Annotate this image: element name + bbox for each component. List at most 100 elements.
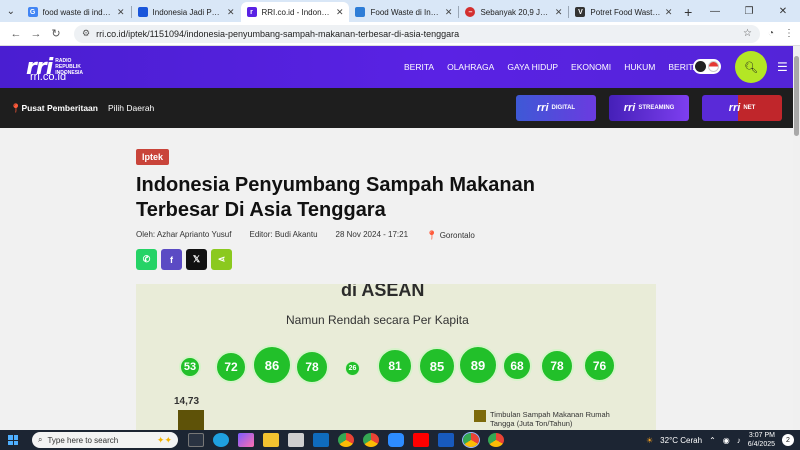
browser-tab[interactable]: G food waste di indonesia - P✕	[22, 2, 131, 22]
menu-dots-icon[interactable]: ⋮	[784, 28, 794, 39]
rri-streaming-banner[interactable]: rri STREAMING	[609, 95, 689, 121]
forward-icon[interactable]: →	[26, 28, 46, 40]
close-tab-icon[interactable]: ✕	[445, 7, 453, 18]
category-tag[interactable]: Iptek	[136, 149, 170, 165]
facebook-icon[interactable]: f	[161, 249, 182, 270]
main-nav: BERITA OLAHRAGA GAYA HIDUP EKONOMI HUKUM…	[404, 62, 719, 72]
minimize-icon[interactable]: —	[698, 6, 732, 17]
back-icon[interactable]: ←	[6, 28, 26, 40]
region-selector[interactable]: Pilih Daerah	[108, 103, 154, 113]
bubble: 53	[179, 356, 201, 378]
figure-heading: di ASEAN	[341, 284, 425, 300]
chrome-alt-icon[interactable]	[488, 433, 504, 447]
windows-taskbar: ⌕ Type here to search ✦✦ ☀ 32°C Cerah ⌃ …	[0, 430, 800, 450]
indonesia-flag-icon	[708, 61, 719, 72]
theme-toggle[interactable]	[693, 59, 721, 74]
bar	[178, 410, 204, 430]
bubble: 85	[418, 347, 456, 385]
site-info-icon[interactable]: ⚙	[82, 28, 90, 39]
bubble: 72	[215, 351, 247, 383]
whatsapp-icon[interactable]: ✆	[136, 249, 157, 270]
url-input[interactable]: ⚙ rri.co.id/iptek/1151094/indonesia-peny…	[74, 24, 760, 43]
logo-url: rri.co.id	[30, 71, 67, 83]
search-button[interactable]: 🔍︎	[735, 51, 767, 83]
address-bar-row: ← → ↻ ⚙ rri.co.id/iptek/1151094/indonesi…	[0, 22, 800, 46]
volume-icon[interactable]: ♪	[737, 436, 741, 445]
site-favicon-icon	[355, 7, 366, 17]
word-icon[interactable]	[438, 433, 454, 447]
chrome-active-icon[interactable]	[462, 432, 480, 448]
copilot-sparkle-icon: ✦✦	[156, 434, 172, 445]
windows-start-icon[interactable]	[8, 435, 18, 445]
nav-olahraga[interactable]: OLAHRAGA	[447, 62, 494, 72]
location-pin-icon: 📍︎	[10, 102, 22, 113]
window-controls: — ❐ ✕	[698, 0, 800, 22]
youtube-icon[interactable]	[413, 433, 429, 447]
browser-tab[interactable]: Indonesia Jadi Penghasil S✕	[132, 2, 241, 22]
page-scrollbar[interactable]	[793, 46, 800, 430]
close-tab-icon[interactable]: ✕	[227, 7, 235, 18]
bubble: 76	[583, 349, 616, 382]
figure-subheading: Namun Rendah secara Per Kapita	[286, 313, 469, 327]
bubble: 68	[502, 351, 532, 381]
share-icon[interactable]: ⋖	[211, 249, 232, 270]
x-icon[interactable]: 𝕏	[186, 249, 207, 270]
clock[interactable]: 3:07 PM 6/4/2025	[748, 431, 775, 449]
search-icon: 🔍︎	[744, 61, 758, 74]
task-view-icon[interactable]	[188, 433, 204, 447]
new-tab-button[interactable]: +	[678, 2, 698, 22]
network-icon[interactable]: ◉	[723, 436, 730, 445]
profile-icon[interactable]: ◔	[768, 28, 774, 39]
browser-tab[interactable]: Food Waste di Indonesia C✕	[349, 2, 458, 22]
article-area: Iptek Indonesia Penyumbang Sampah Makana…	[0, 128, 793, 430]
infographic-image: di ASEAN Namun Rendah secara Per Kapita …	[136, 284, 656, 430]
rri-favicon-icon: r	[246, 7, 257, 17]
tray-chevron-icon[interactable]: ⌃	[709, 436, 716, 445]
bar-value-label: 14,73	[174, 396, 200, 407]
browser-tab-active[interactable]: r RRI.co.id - Indonesia Peny✕	[240, 2, 350, 22]
bubble: 89	[458, 345, 498, 385]
site-header: rri RADIO REPUBLIK INDONESIA rri.co.id B…	[0, 46, 793, 88]
bubble: 26	[345, 361, 360, 376]
nav-hukum[interactable]: HUKUM	[624, 62, 655, 72]
close-tab-icon[interactable]: ✕	[117, 7, 125, 18]
file-explorer-icon[interactable]	[263, 433, 279, 447]
outlook-icon[interactable]	[313, 433, 329, 447]
copilot-icon[interactable]	[238, 433, 254, 447]
system-tray: ☀ 32°C Cerah ⌃ ◉ ♪ 3:07 PM 6/4/2025 2	[646, 431, 800, 449]
chrome-icon[interactable]	[338, 433, 354, 447]
editor: Editor: Budi Akantu	[249, 230, 318, 239]
close-tab-icon[interactable]: ✕	[665, 7, 673, 18]
article-location: 📍︎ Gorontalo	[426, 230, 475, 240]
taskbar-search-input[interactable]: ⌕ Type here to search ✦✦	[32, 432, 178, 448]
zoom-icon[interactable]	[388, 433, 404, 447]
chrome-profile-icon[interactable]	[363, 433, 379, 447]
close-window-icon[interactable]: ✕	[766, 6, 800, 17]
rri-net-banner[interactable]: rri NET	[702, 95, 782, 121]
bubble: 78	[295, 350, 329, 384]
browser-tab[interactable]: V Potret Food Waste di Indo✕	[569, 2, 678, 22]
site-favicon-icon: V	[575, 7, 586, 17]
tab-search-icon[interactable]: ⌄	[0, 0, 22, 22]
hamburger-menu-icon[interactable]: ☰	[777, 60, 788, 74]
calculator-icon[interactable]	[288, 433, 304, 447]
maximize-icon[interactable]: ❐	[732, 6, 766, 17]
bookmark-star-icon[interactable]: ☆	[743, 28, 752, 39]
nav-ekonomi[interactable]: EKONOMI	[571, 62, 611, 72]
close-tab-icon[interactable]: ✕	[336, 7, 344, 18]
location-selector[interactable]: 📍︎Pusat Pemberitaan	[10, 103, 98, 114]
legend-text: Timbulan Sampah Makanan Rumah Tangga (Ju…	[490, 410, 610, 428]
nav-berita[interactable]: BERITA	[404, 62, 434, 72]
reload-icon[interactable]: ↻	[46, 27, 66, 40]
toggle-knob	[695, 61, 706, 72]
scrollbar-thumb[interactable]	[794, 56, 799, 136]
article-meta: Oleh: Azhar Aprianto Yusuf Editor: Budi …	[136, 230, 475, 241]
nav-gaya-hidup[interactable]: GAYA HIDUP	[507, 62, 558, 72]
article-title: Indonesia Penyumbang Sampah Makanan Terb…	[136, 174, 535, 221]
edge-icon[interactable]	[213, 433, 229, 447]
rri-digital-banner[interactable]: rri DIGITAL	[516, 95, 596, 121]
close-tab-icon[interactable]: ✕	[555, 7, 563, 18]
browser-tab[interactable]: – Sebanyak 20,9 Juta Ton ya✕	[459, 2, 568, 22]
weather-text[interactable]: 32°C Cerah	[660, 436, 702, 445]
notification-badge[interactable]: 2	[782, 434, 794, 446]
